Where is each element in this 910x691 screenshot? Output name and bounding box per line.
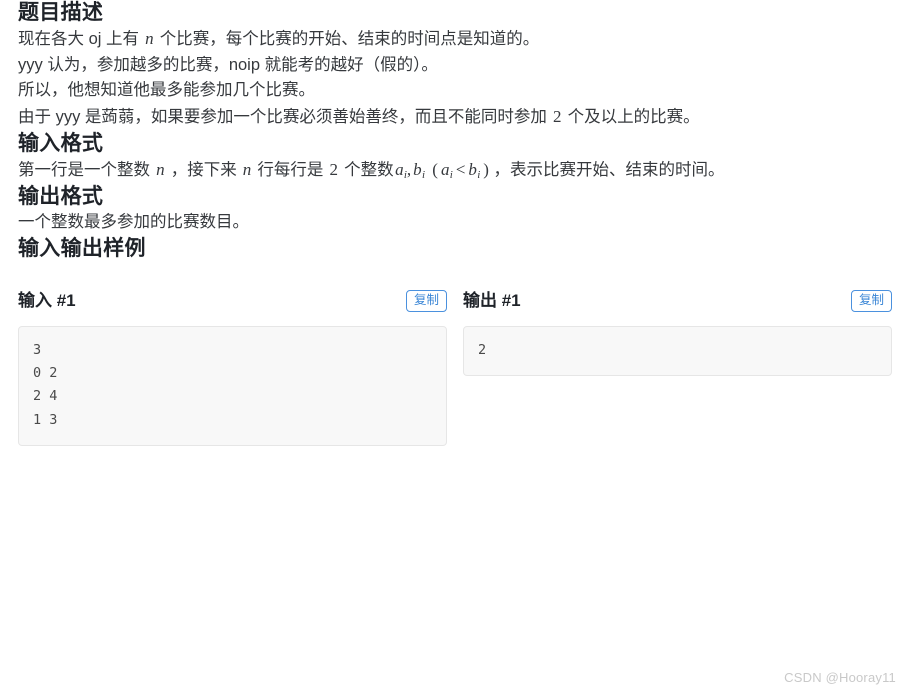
paragraph-description-4: 由于 yyy 是蒟蒻，如果要参加一个比赛必须善始善终，而且不能同时参加 2 个及… [18,104,892,131]
samples-container: 输入 #1 复制 3 0 2 2 4 1 3 输出 #1 复制 2 [18,288,892,446]
input-text-e: ，表示比赛开始、结束的时间。 [493,160,725,179]
sample-output-code[interactable]: 2 [463,325,892,377]
math-a-i: ai [395,159,407,181]
sample-output-title: 输出 #1 [463,291,521,311]
math-two-count: 2 [329,159,338,179]
paragraph-description-3: 所以，他想知道他最多能参加几个比赛。 [18,81,315,100]
input-text-a: 第一行是一个整数 [18,160,150,179]
sample-input-code[interactable]: 3 0 2 2 4 1 3 [18,325,447,446]
paragraph-output-format: 一个整数最多参加的比赛数目。 [18,213,249,232]
heading-samples: 输入输出样例 [18,236,146,260]
math-b-i-2: bi [468,159,481,181]
heading-input-format: 输入格式 [18,131,104,155]
heading-description: 题目描述 [18,1,104,24]
para4-text-b: 个及以上的比赛。 [567,107,700,126]
math-two: 2 [553,106,562,126]
input-text-d: 个整数 [344,160,394,179]
sample-output-column: 输出 #1 复制 2 [463,288,892,446]
sample-input-title: 输入 #1 [18,291,76,311]
para1-text-b: 个比赛，每个比赛的开始、结束的时间点是知道的。 [159,30,540,49]
watermark-text: CSDN @Hooray11 [784,670,896,685]
copy-output-button[interactable]: 复制 [850,289,892,312]
sample-output-header: 输出 #1 复制 [463,288,892,314]
paragraph-description-2: yyy 认为，参加越多的比赛，noip 就能考的越好（假的）。 [18,55,438,74]
para1-text-a: 现在各大 oj 上有 [18,30,140,49]
sample-input-column: 输入 #1 复制 3 0 2 2 4 1 3 [18,288,447,446]
math-n-second: n [242,159,252,179]
paragraph-description-1: 现在各大 oj 上有 n 个比赛，每个比赛的开始、结束的时间点是知道的。 [18,26,892,53]
math-b-i: bi [413,159,426,181]
problem-page: 题目描述 现在各大 oj 上有 n 个比赛，每个比赛的开始、结束的时间点是知道的… [0,0,910,446]
math-n-first: n [156,159,165,179]
math-a-i-2: ai [440,159,453,181]
math-a-b-inequality: ai, bi (ai < bi) [395,159,489,181]
paragraph-input-format: 第一行是一个整数 n ，接下来 n 行每行是 2 个整数ai, bi (ai < bi… [18,157,892,184]
input-text-c: 行每行是 [257,160,324,179]
math-n: n [145,29,154,49]
sample-input-header: 输入 #1 复制 [18,288,447,314]
para4-text-a: 由于 yyy 是蒟蒻，如果要参加一个比赛必须善始善终，而且不能同时参加 [18,107,547,126]
input-text-b: ，接下来 [170,160,237,179]
copy-input-button[interactable]: 复制 [405,289,447,312]
heading-output-format: 输出格式 [18,184,104,208]
